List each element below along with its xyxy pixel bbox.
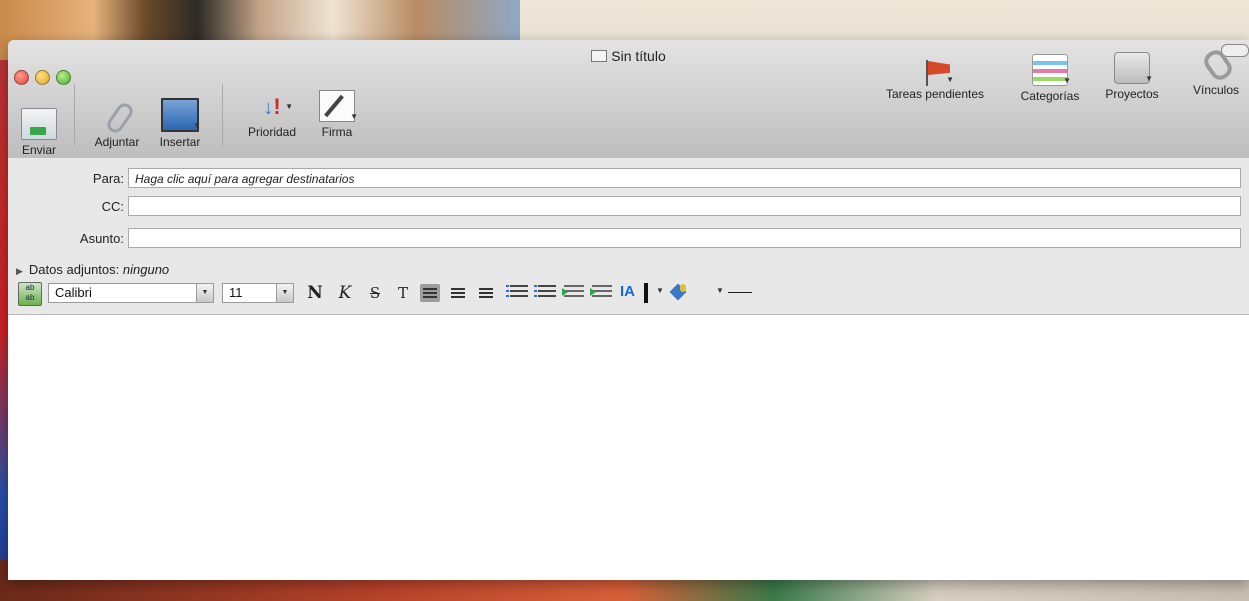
align-center-button[interactable] [448, 284, 468, 302]
projects-label: Proyectos [1105, 87, 1159, 101]
chevron-down-icon[interactable]: ▼ [656, 286, 664, 295]
attach-label: Adjuntar [94, 135, 140, 149]
align-left-button[interactable] [420, 284, 440, 302]
to-field[interactable]: Haga clic aquí para agregar destinatario… [128, 168, 1241, 188]
priority-label: Prioridad [247, 125, 297, 139]
close-button[interactable] [14, 70, 29, 85]
to-label: Para: [92, 171, 124, 186]
send-label: Enviar [21, 143, 56, 157]
message-headers: Para: Haga clic aquí para agregar destin… [8, 158, 1249, 314]
subject-label: Asunto: [79, 231, 124, 246]
subject-field[interactable] [128, 228, 1241, 248]
align-right-button[interactable] [476, 284, 496, 302]
font-name-select[interactable]: Calibri ▼ [48, 283, 214, 303]
send-icon [21, 108, 57, 140]
categories-label: Categorías [1020, 89, 1080, 103]
align-right-icon [479, 288, 493, 298]
font-color-icon[interactable]: IA [620, 283, 635, 300]
attachments-row[interactable]: ▶ Datos adjuntos: ninguno [16, 262, 169, 277]
attachments-label: Datos adjuntos: [28, 262, 120, 277]
to-row: Para: Haga clic aquí para agregar destin… [8, 168, 1249, 190]
categories-button[interactable]: ▼ Categorías [1008, 54, 1092, 103]
font-size-value: 11 [229, 285, 243, 300]
font-color-swatch [644, 283, 648, 303]
send-button[interactable]: Enviar [14, 108, 64, 157]
projects-icon: ▼ [1114, 52, 1153, 84]
flag-icon: ▼ [920, 58, 954, 86]
highlight-bucket-icon[interactable] [670, 282, 688, 302]
window-controls [14, 70, 71, 85]
links-label: Vínculos [1192, 83, 1240, 97]
cc-field[interactable] [128, 196, 1241, 216]
chevron-down-icon[interactable]: ▼ [276, 284, 293, 302]
insert-button[interactable]: ▼ Insertar [152, 98, 208, 149]
message-body[interactable] [8, 314, 1249, 580]
insert-picture-icon: ▼ [161, 98, 201, 132]
insert-label: Insertar [159, 135, 201, 149]
align-center-icon [451, 288, 465, 298]
font-size-select[interactable]: 11 ▼ [222, 283, 294, 303]
align-left-icon [423, 288, 437, 298]
text-style-button[interactable]: T [394, 282, 412, 304]
subject-row: Asunto: [8, 228, 1249, 250]
priority-button[interactable]: ↓! ▼ Prioridad [238, 92, 306, 139]
priority-icon: ↓! ▼ [263, 94, 293, 119]
categories-icon: ▼ [1032, 54, 1071, 86]
zoom-button[interactable] [56, 70, 71, 85]
styles-icon[interactable]: ab ab [18, 282, 42, 306]
envelope-icon [591, 50, 608, 62]
disclosure-triangle-icon[interactable]: ▶ [16, 266, 23, 276]
signature-button[interactable]: ▼ Firma [314, 90, 360, 139]
projects-button[interactable]: ▼ Proyectos [1094, 52, 1170, 101]
numbered-list-icon[interactable] [506, 285, 528, 299]
format-toolbar: ab ab Calibri ▼ 11 ▼ N K S T IA ▼ ▼ [16, 280, 1249, 308]
increase-indent-icon[interactable] [590, 285, 612, 299]
window-title-text: Sin título [611, 48, 666, 64]
horizontal-rule-icon[interactable] [728, 292, 752, 293]
compose-window: Sin título Enviar Adjuntar ▼ Insertar ↓!… [8, 40, 1249, 580]
minimize-button[interactable] [35, 70, 50, 85]
chevron-down-icon[interactable]: ▼ [196, 284, 213, 302]
signature-icon: ▼ [319, 90, 358, 122]
links-button[interactable]: Vínculos [1184, 46, 1248, 97]
bold-button[interactable]: N [306, 282, 324, 304]
attachments-value: ninguno [122, 262, 170, 277]
links-icon [1199, 46, 1236, 84]
cc-row: CC: [8, 196, 1249, 218]
chevron-down-icon[interactable]: ▼ [716, 286, 724, 295]
paperclip-icon [100, 100, 136, 136]
cc-label: CC: [101, 199, 124, 214]
pending-tasks-label: Tareas pendientes [885, 87, 985, 101]
strikethrough-button[interactable]: S [366, 282, 384, 304]
pending-tasks-button[interactable]: ▼ Tareas pendientes [870, 58, 1000, 101]
signature-label: Firma [321, 125, 353, 139]
decrease-indent-icon[interactable] [562, 285, 584, 299]
window-toolbar: Sin título Enviar Adjuntar ▼ Insertar ↓!… [8, 40, 1249, 159]
font-name-value: Calibri [55, 285, 92, 300]
bulleted-list-icon[interactable] [534, 285, 556, 299]
attach-button[interactable]: Adjuntar [86, 100, 148, 149]
italic-button[interactable]: K [336, 282, 354, 304]
